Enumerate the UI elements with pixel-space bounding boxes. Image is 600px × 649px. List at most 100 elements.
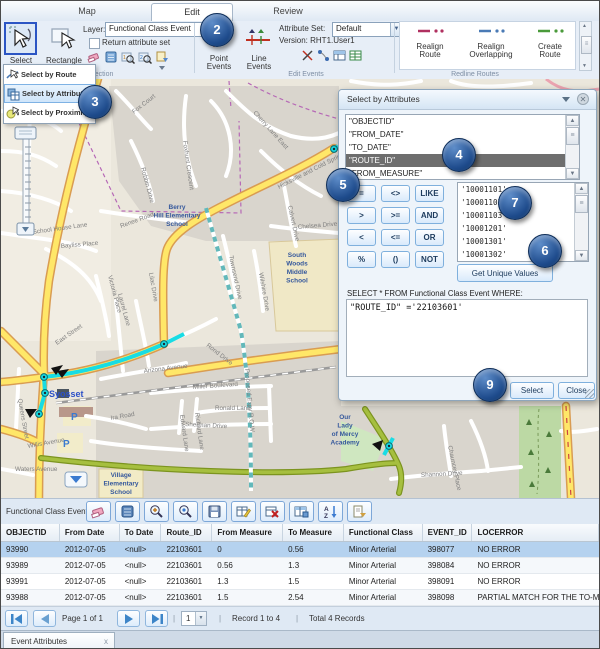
table-header-row[interactable]: OBJECTIDFrom DateTo DateRoute_IDFrom Mea… [1, 524, 599, 542]
values-list-scrollbar[interactable]: ▲▼ [574, 183, 588, 261]
zoom-slider-handle[interactable] [15, 127, 36, 139]
split-event-icon[interactable] [317, 49, 330, 62]
ribbon-scrollbar[interactable]: ▲ ≡ ▼ [579, 21, 592, 71]
save-edits-button[interactable] [202, 501, 227, 522]
merge-events-icon[interactable] [301, 49, 314, 62]
column-header-from-date[interactable]: From Date [60, 524, 120, 541]
value-item[interactable]: '10001201' [458, 222, 588, 235]
operator-button-()[interactable]: () [381, 251, 410, 268]
line-events-button[interactable] [244, 25, 274, 53]
delete-selected-button[interactable] [260, 501, 285, 522]
operator-button-AND[interactable]: AND [415, 207, 444, 224]
edit-attributes-button[interactable] [231, 501, 256, 522]
column-header-objectid[interactable]: OBJECTID [1, 524, 60, 541]
operator-button->=[interactable]: >= [381, 207, 410, 224]
table-row[interactable]: 939892012-07-05<null>221036010.561.3Mino… [1, 558, 599, 574]
return-attribute-set-checkbox[interactable] [89, 38, 100, 49]
select-button[interactable]: Select [510, 382, 554, 399]
svg-text:Ronald Lane: Ronald Lane [215, 405, 251, 412]
table-cell: Minor Arterial [344, 590, 423, 605]
create-route-icon [526, 24, 574, 38]
dialog-menu-caret-icon[interactable] [562, 97, 570, 102]
tab-review[interactable]: Review [253, 3, 323, 20]
tab-event-attributes[interactable]: Event Attributes x [3, 632, 115, 649]
operator-button-LIKE[interactable]: LIKE [415, 185, 444, 202]
operator-button-%[interactable]: % [347, 251, 376, 268]
column-header-route_id[interactable]: Route_ID [161, 524, 212, 541]
zoom-to-selection-button[interactable] [144, 501, 169, 522]
pan-to-selection-icon [178, 504, 193, 519]
page-number-combobox[interactable]: 1 ▼ [181, 611, 207, 626]
column-header-functional-class[interactable]: Functional Class [344, 524, 423, 541]
pan-selected-icon[interactable]: 2 [138, 50, 152, 64]
value-item[interactable]: '10001302' [458, 248, 588, 261]
first-page-button[interactable] [5, 610, 28, 627]
where-clause-textarea[interactable]: "ROUTE_ID" ='22103601' [346, 299, 588, 377]
attribute-set-combobox[interactable]: Default ▼ [332, 22, 403, 37]
panel-collapse-button[interactable] [65, 472, 87, 487]
point-events-label2[interactable]: Events [199, 63, 239, 71]
operator-button-<=[interactable]: <= [381, 229, 410, 246]
page-number-caret[interactable]: ▼ [195, 612, 206, 625]
column-header-locerror[interactable]: LOCERROR [472, 524, 599, 541]
show-selected-button[interactable] [115, 501, 140, 522]
realign-route-button[interactable]: Realign Route [404, 24, 456, 59]
operator-button-NOT[interactable]: NOT [415, 251, 444, 268]
return-attribute-set-label: Return attribute set [102, 38, 170, 47]
column-header-to-date[interactable]: To Date [120, 524, 162, 541]
next-page-button[interactable] [117, 610, 140, 627]
operator-button-OR[interactable]: OR [415, 229, 444, 246]
dialog-header[interactable]: Select by Attributes ✕ [339, 90, 596, 110]
realign-overlapping-button[interactable]: Realign Overlapping [460, 24, 522, 59]
dialog-resize-grip[interactable] [585, 389, 594, 398]
create-route-button[interactable]: Create Route [526, 24, 574, 59]
table-cell: 22103601 [161, 542, 212, 557]
table-row[interactable]: 939902012-07-05<null>2210360100.56Minor … [1, 542, 599, 558]
tab-map[interactable]: Map [56, 3, 118, 20]
table-row[interactable]: 939912012-07-05<null>221036011.31.5Minor… [1, 574, 599, 590]
line-events-label2[interactable]: Events [241, 63, 277, 71]
sort-records-button[interactable]: AZ [318, 501, 343, 522]
menu-item-select-by-route[interactable]: Select by Route [4, 65, 95, 84]
column-header-from-measure[interactable]: From Measure [212, 524, 283, 541]
pan-to-selection-button[interactable] [173, 501, 198, 522]
attribute-grid-icon[interactable] [349, 49, 362, 62]
operator-button-<[interactable]: < [347, 229, 376, 246]
version-label: Version: RHT1.User1 [279, 36, 355, 45]
table-cell: 0.56 [212, 558, 283, 573]
events-table-icon[interactable] [333, 49, 346, 62]
realign-overlapping-icon [460, 24, 522, 38]
table-cell: 22103601 [161, 574, 212, 589]
clear-selection-button[interactable] [86, 501, 111, 522]
page-number-value: 1 [186, 614, 190, 623]
ribbon-scroll-down-icon[interactable]: ▼ [582, 63, 587, 69]
operator-button-<>[interactable]: <> [381, 185, 410, 202]
ribbon-scroll-up-icon[interactable]: ▲ [582, 23, 587, 29]
table-cell: 93990 [1, 542, 60, 557]
selection-list-icon[interactable] [104, 50, 118, 64]
selection-more-caret[interactable] [159, 66, 165, 70]
table-row[interactable]: 939882012-07-05<null>221036011.52.54Mino… [1, 590, 599, 606]
field-item[interactable]: "OBJECTID" [346, 115, 579, 128]
ribbon-tabstrip: Map Edit Review [1, 1, 599, 22]
column-header-to-measure[interactable]: To Measure [283, 524, 344, 541]
table-cell: NO ERROR [472, 558, 599, 573]
fields-list-scrollbar[interactable]: ▲▼ [565, 115, 579, 179]
value-item[interactable]: '10001301' [458, 235, 588, 248]
export-records-button[interactable] [347, 501, 372, 522]
bottom-tabbar: Event Attributes x [1, 630, 599, 649]
rectangle-tool-button[interactable] [49, 24, 79, 54]
dialog-close-icon[interactable]: ✕ [577, 93, 589, 105]
field-properties-button[interactable] [289, 501, 314, 522]
ribbon-scroll-thumb[interactable]: ≡ [581, 36, 592, 54]
previous-page-button[interactable] [33, 610, 56, 627]
zoom-selected-icon[interactable]: 1 [121, 50, 135, 64]
application-window: Map Edit Review Select Rectangle Layer: [0, 0, 600, 649]
export-selection-icon[interactable] [155, 50, 169, 64]
tab-close-icon[interactable]: x [104, 637, 108, 646]
select-tool-button[interactable] [4, 22, 37, 55]
operator-button->[interactable]: > [347, 207, 376, 224]
last-page-button[interactable] [145, 610, 168, 627]
column-header-event_id[interactable]: EVENT_ID [423, 524, 473, 541]
clear-selection-icon[interactable] [87, 50, 101, 64]
